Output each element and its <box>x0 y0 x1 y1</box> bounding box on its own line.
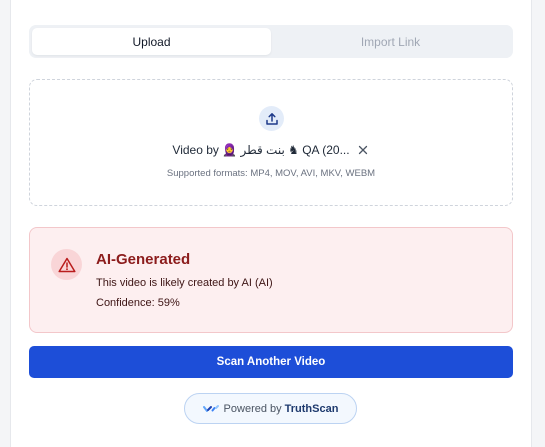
scan-another-video-button[interactable]: Scan Another Video <box>29 346 513 378</box>
file-name: Video by 🧕 بنت قطر ♞ QA (20... <box>172 143 350 157</box>
result-panel: AI-Generated This video is likely create… <box>29 227 513 333</box>
tab-bar: Upload Import Link <box>29 25 513 58</box>
tab-import-link[interactable]: Import Link <box>271 28 510 55</box>
close-icon <box>358 145 367 155</box>
tab-upload[interactable]: Upload <box>32 28 271 55</box>
supported-formats: Supported formats: MP4, MOV, AVI, MKV, W… <box>166 168 376 179</box>
truthscan-logo-icon <box>202 404 219 412</box>
remove-file-button[interactable] <box>356 143 370 157</box>
warning-badge <box>51 249 82 280</box>
upload-icon <box>265 112 278 125</box>
powered-by-label: Powered by <box>223 402 282 415</box>
selected-file: Video by 🧕 بنت قطر ♞ QA (20... <box>30 143 512 157</box>
warning-triangle-icon <box>57 257 76 272</box>
result-title: AI-Generated <box>96 251 191 268</box>
confidence-value: Confidence: 59% <box>96 297 180 309</box>
upload-dropzone[interactable]: Video by 🧕 بنت قطر ♞ QA (20... Supported… <box>29 79 513 206</box>
scanner-card: Upload Import Link Video by 🧕 بنت قطر ♞ … <box>10 0 532 447</box>
result-description: This video is likely created by AI (AI) <box>96 277 273 289</box>
brand-name: TruthScan <box>284 402 339 415</box>
upload-button[interactable] <box>259 106 284 131</box>
powered-by-badge[interactable]: Powered by TruthScan <box>184 393 357 424</box>
